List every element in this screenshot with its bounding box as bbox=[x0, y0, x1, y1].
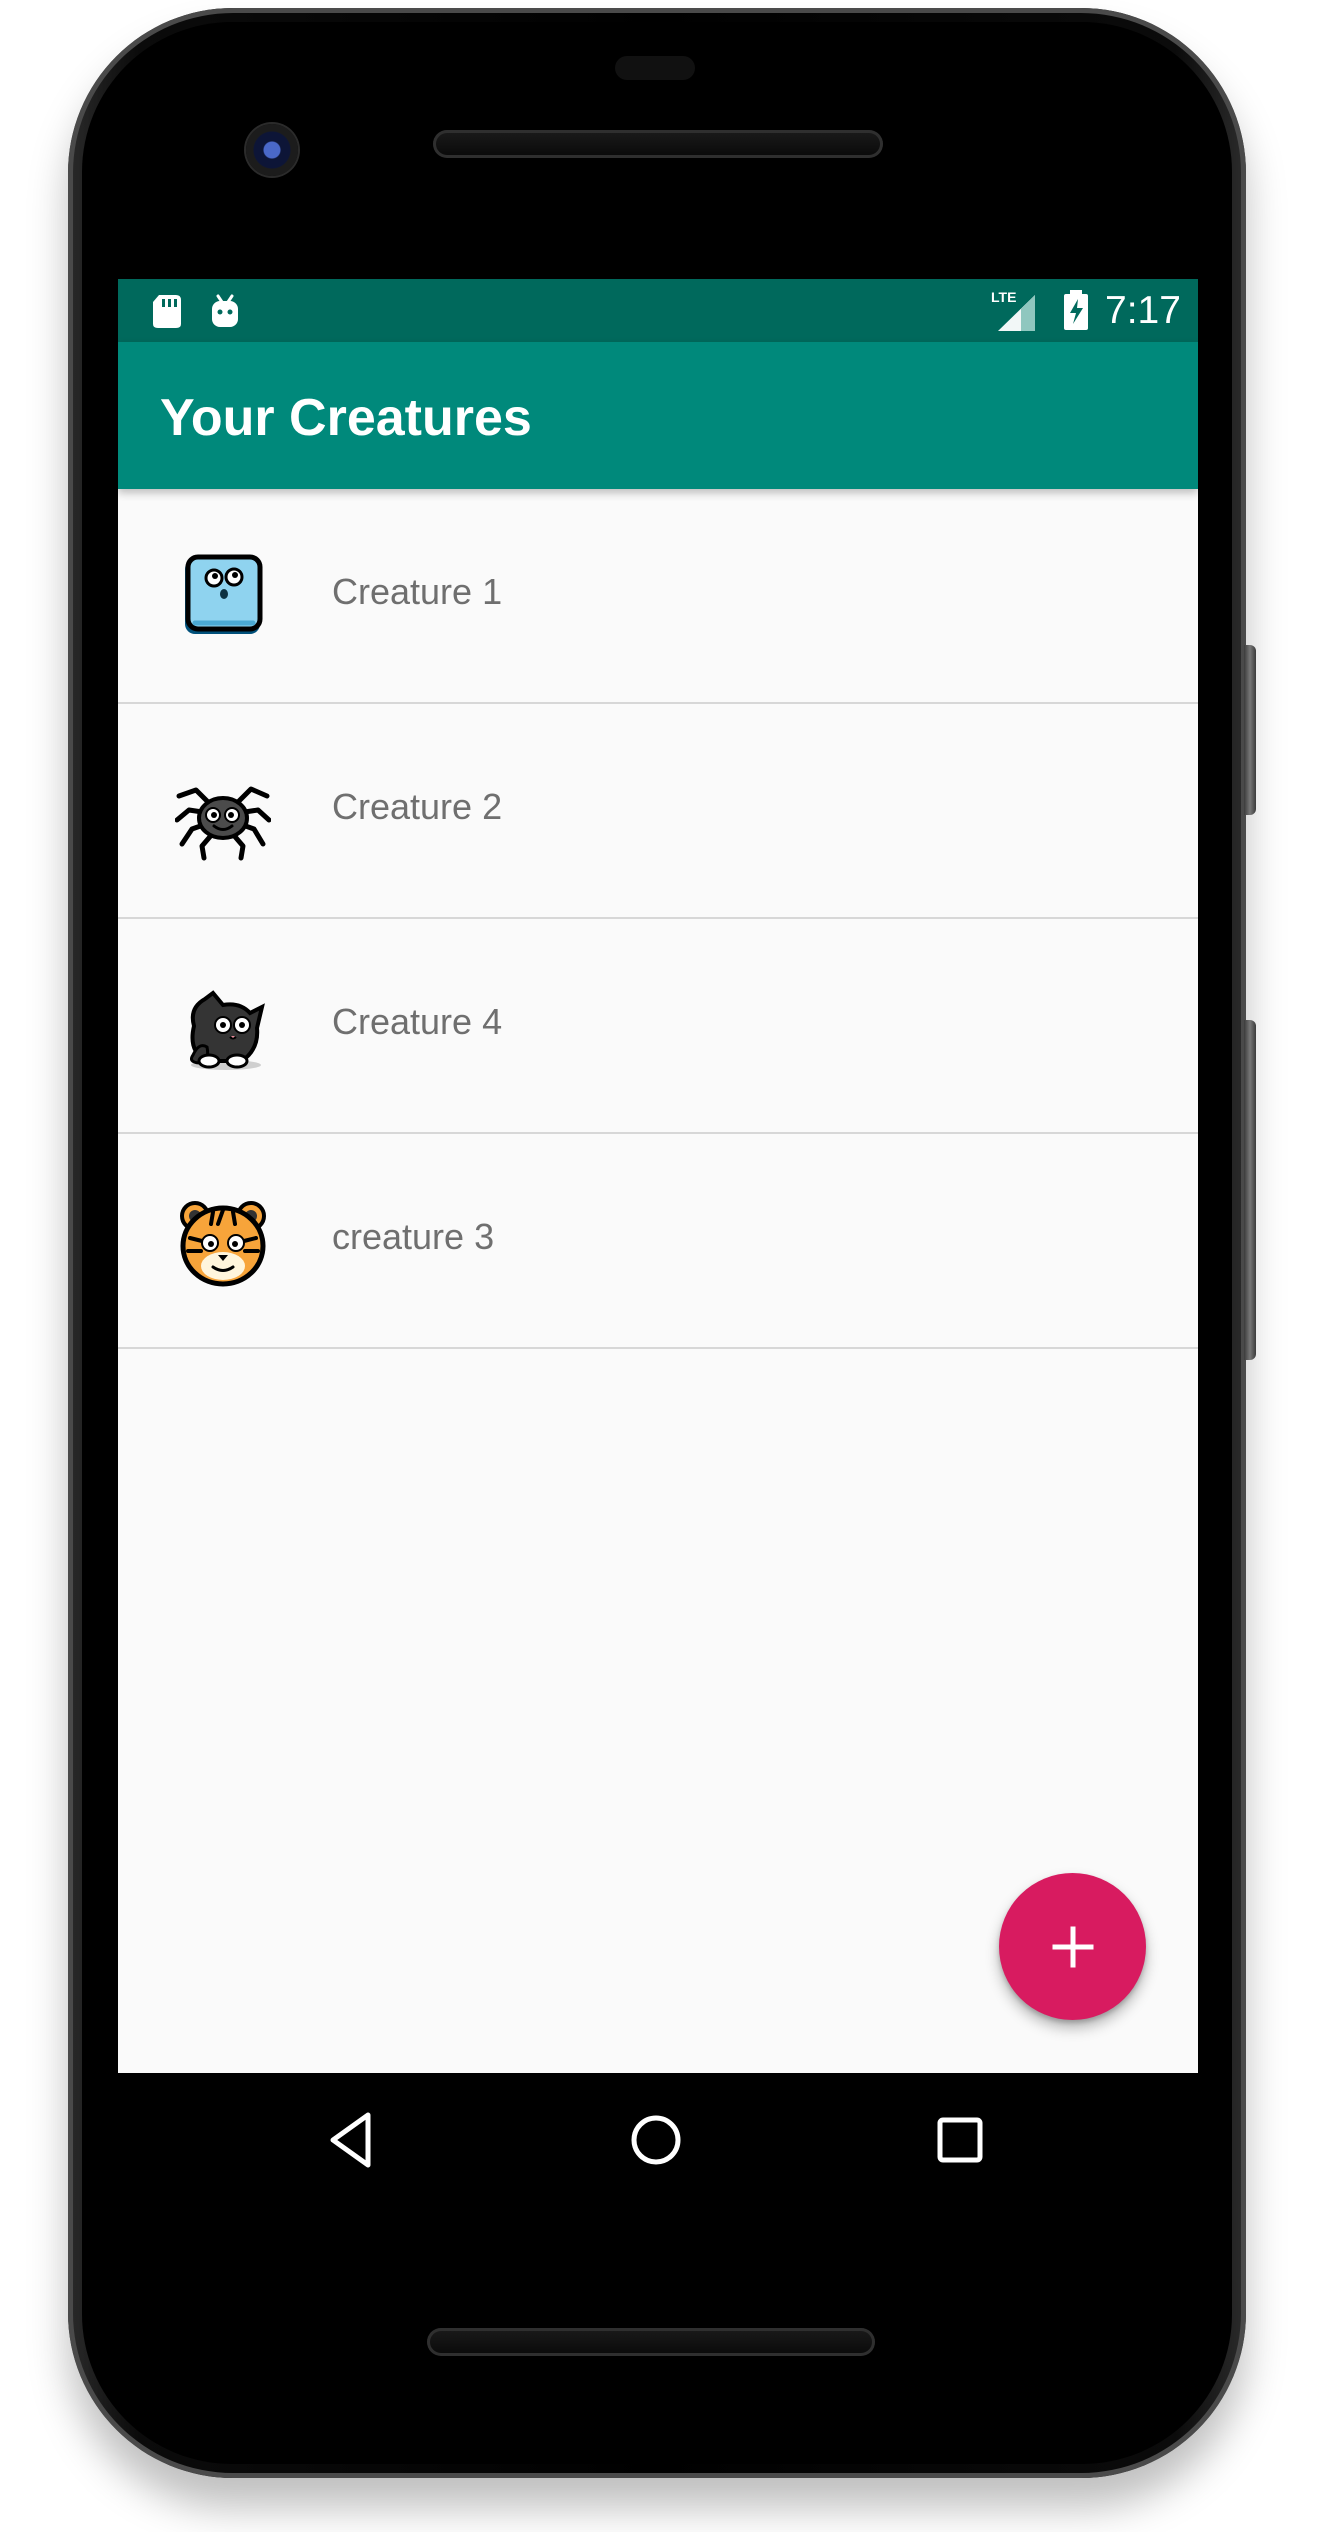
bottom-speaker bbox=[427, 2328, 875, 2356]
plus-icon bbox=[1045, 1919, 1101, 1975]
recents-icon[interactable] bbox=[920, 2100, 1000, 2180]
top-sensor bbox=[615, 56, 695, 80]
svg-text:LTE: LTE bbox=[991, 289, 1016, 305]
power-button bbox=[1244, 645, 1256, 815]
back-icon[interactable] bbox=[313, 2100, 393, 2180]
status-bar: LTE 7:17 bbox=[118, 279, 1198, 342]
creature-list: Creature 1 Creature 2 Creature 4 creatur… bbox=[118, 489, 1198, 1349]
front-camera-icon bbox=[246, 124, 298, 176]
volume-button bbox=[1244, 1020, 1256, 1360]
black-cat-creature-icon bbox=[175, 981, 271, 1077]
sd-card-icon bbox=[151, 293, 183, 329]
battery-charging-icon bbox=[1061, 289, 1091, 331]
status-time: 7:17 bbox=[1105, 289, 1181, 332]
home-icon[interactable] bbox=[616, 2100, 696, 2180]
tiger-creature-icon bbox=[175, 1196, 271, 1292]
system-navigation-bar bbox=[118, 2073, 1198, 2203]
page-title: Your Creatures bbox=[160, 389, 532, 447]
creature-name: Creature 1 bbox=[332, 571, 503, 612]
top-speaker bbox=[433, 130, 883, 158]
signal-icon: LTE bbox=[991, 289, 1039, 333]
list-item-creature-1[interactable]: Creature 1 bbox=[118, 489, 1198, 704]
list-item-creature-2[interactable]: Creature 2 bbox=[118, 704, 1198, 919]
list-item-creature-4[interactable]: Creature 4 bbox=[118, 919, 1198, 1134]
creature-name: Creature 4 bbox=[332, 1001, 503, 1042]
add-creature-button[interactable] bbox=[999, 1873, 1146, 2020]
creature-name: creature 3 bbox=[332, 1216, 495, 1257]
app-screen: LTE 7:17 Your Creatures Creature 1 Creat… bbox=[118, 279, 1198, 2073]
app-toolbar: Your Creatures bbox=[118, 342, 1198, 489]
creature-name: Creature 2 bbox=[332, 786, 503, 827]
spider-creature-icon bbox=[175, 766, 271, 862]
blue-square-creature-icon bbox=[175, 551, 271, 647]
list-item-creature-3[interactable]: creature 3 bbox=[118, 1134, 1198, 1349]
android-debug-icon bbox=[209, 293, 241, 329]
